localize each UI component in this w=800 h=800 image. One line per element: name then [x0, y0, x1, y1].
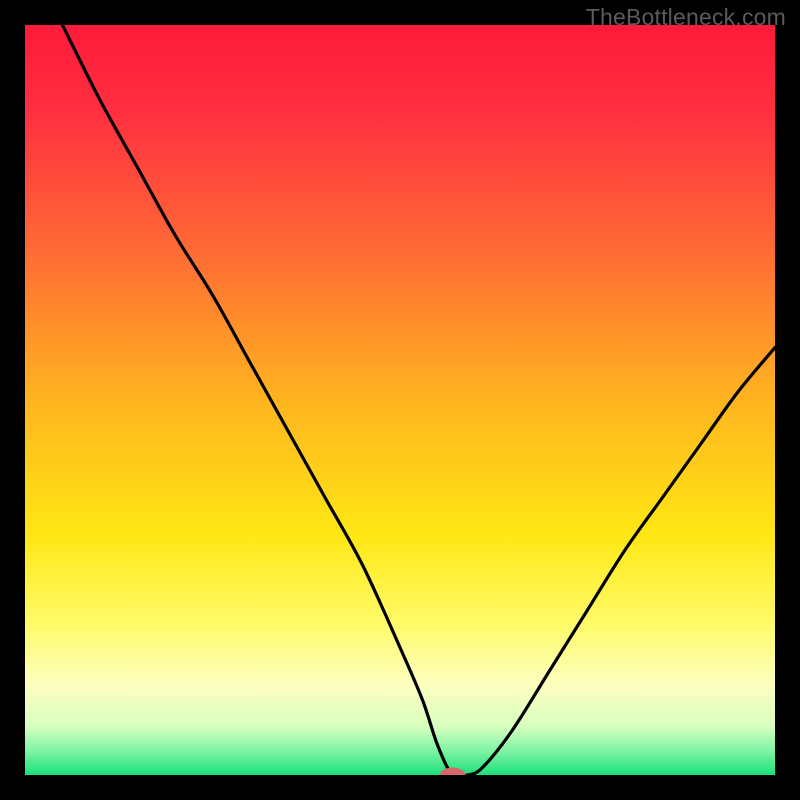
watermark-text: TheBottleneck.com [586, 4, 786, 31]
chart-frame: TheBottleneck.com [0, 0, 800, 800]
bottleneck-chart [25, 25, 775, 775]
gradient-background [25, 25, 775, 775]
